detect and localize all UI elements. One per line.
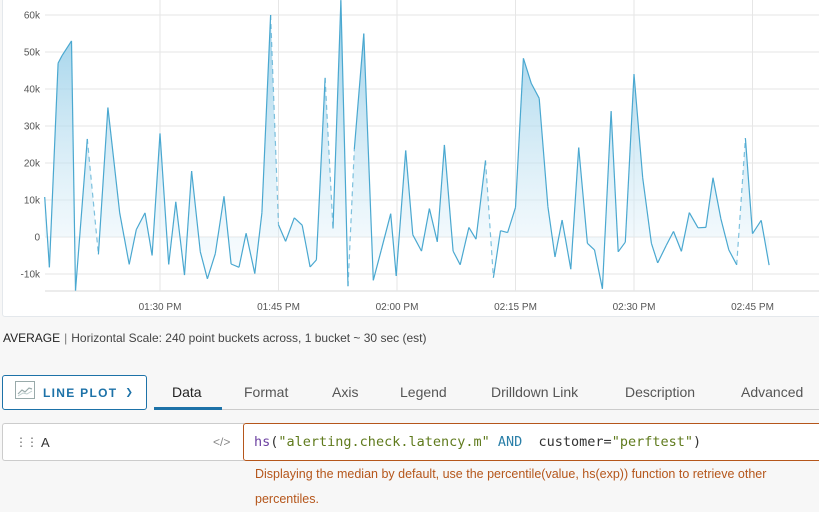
line-chart[interactable]: 60k 50k 40k 30k 20k 10k 0 -10k 01:30 PM 01:45 PM… xyxy=(0,0,819,320)
y-tick-label: 20k xyxy=(24,159,41,170)
tab-data[interactable]: Data xyxy=(172,384,202,400)
x-tick-label: 02:45 PM xyxy=(731,302,774,313)
tab-legend[interactable]: Legend xyxy=(400,384,447,400)
active-tab-indicator xyxy=(154,407,222,410)
x-tick-label: 01:45 PM xyxy=(257,302,300,313)
query-input[interactable]: hs("alerting.check.latency.m" AND custom… xyxy=(243,423,819,461)
query-token-punc: ) xyxy=(693,434,701,450)
query-warning-message: Displaying the median by default, use th… xyxy=(255,462,815,512)
query-label-box: ⋮⋮ A </> xyxy=(2,423,244,461)
y-axis-labels: 60k 50k 40k 30k 20k 10k 0 -10k xyxy=(21,11,41,281)
query-token-str: "alerting.check.latency.m" xyxy=(278,434,489,450)
x-tick-label: 01:30 PM xyxy=(139,302,182,313)
tab-drilldown-link[interactable]: Drilldown Link xyxy=(491,384,578,400)
x-tick-label: 02:00 PM xyxy=(376,302,419,313)
tab-axis[interactable]: Axis xyxy=(332,384,358,400)
horizontal-scale-text: Horizontal Scale: 240 point buckets acro… xyxy=(71,331,426,345)
x-axis-labels: 01:30 PM 01:45 PM 02:00 PM 02:15 PM 02:30 PM… xyxy=(139,302,774,313)
query-token-id: customer xyxy=(522,434,603,450)
chart-type-dropdown[interactable]: LINE PLOT ❯ xyxy=(2,375,147,410)
tab-advanced[interactable]: Advanced xyxy=(741,384,803,400)
y-tick-label: 30k xyxy=(24,122,41,133)
x-tick-label: 02:15 PM xyxy=(494,302,537,313)
aggregation-label: AVERAGE xyxy=(3,331,60,345)
chart-summary: AVERAGE | Horizontal Scale: 240 point buck… xyxy=(3,331,426,345)
tab-description[interactable]: Description xyxy=(625,384,695,400)
y-tick-label: 50k xyxy=(24,48,41,59)
y-tick-label: 40k xyxy=(24,85,41,96)
area-fill xyxy=(45,0,769,290)
code-toggle-icon[interactable]: </> xyxy=(213,435,230,449)
tabs-divider xyxy=(154,409,819,410)
drag-handle-icon[interactable]: ⋮⋮ xyxy=(15,435,37,449)
chart-editor-toolbar: LINE PLOT ❯ Data Format Axis Legend Dril… xyxy=(0,375,819,410)
x-tick-label: 02:30 PM xyxy=(613,302,656,313)
chart-type-label: LINE PLOT xyxy=(43,386,117,400)
y-tick-label: 60k xyxy=(24,11,41,22)
summary-separator: | xyxy=(64,331,67,345)
y-tick-label: 10k xyxy=(24,196,41,207)
tab-format[interactable]: Format xyxy=(244,384,288,400)
query-token-fn: hs xyxy=(254,434,270,450)
y-tick-label: -10k xyxy=(21,270,41,281)
query-token-punc: = xyxy=(604,434,612,450)
chevron-down-icon: ❯ xyxy=(125,387,133,398)
query-name[interactable]: A xyxy=(41,435,50,450)
query-row: ⋮⋮ A </> hs("alerting.check.latency.m" A… xyxy=(0,423,819,461)
y-tick-label: 0 xyxy=(34,233,40,244)
series-area xyxy=(45,0,769,290)
query-token-id xyxy=(490,434,498,450)
query-token-kw: AND xyxy=(498,434,522,450)
query-token-str: "perftest" xyxy=(612,434,693,450)
line-chart-icon xyxy=(15,381,35,404)
